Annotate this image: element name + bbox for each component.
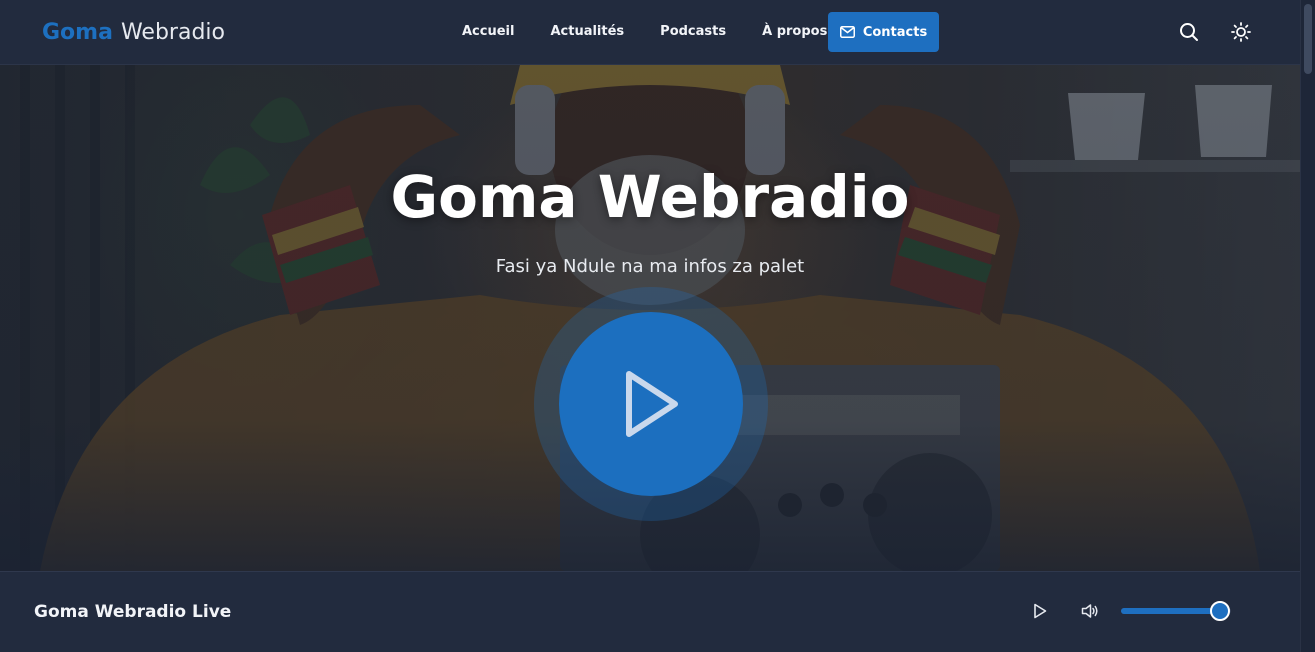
volume-slider-fill (1121, 608, 1220, 614)
brand-logo[interactable]: Goma Webradio (42, 19, 225, 47)
contacts-button[interactable]: Contacts (828, 12, 939, 52)
hero-subtitle: Fasi ya Ndule na ma infos za palet (495, 256, 805, 277)
hero-title: Goma Webradio (390, 163, 910, 231)
page-scrollbar[interactable] (1300, 0, 1315, 652)
volume-icon (1081, 604, 1098, 618)
nav-link-podcasts[interactable]: Podcasts (642, 12, 744, 52)
volume-slider[interactable] (1121, 601, 1231, 621)
live-player-bar: Goma Webradio Live (0, 571, 1300, 652)
search-icon (1180, 23, 1198, 41)
nav-link-actualites[interactable]: Actualités (532, 12, 642, 52)
play-icon (626, 371, 678, 437)
hero-play-button[interactable] (559, 312, 743, 496)
mute-button[interactable] (1079, 600, 1101, 622)
theme-toggle-button[interactable] (1227, 18, 1255, 46)
navbar: Goma Webradio Accueil Actualités Podcasts… (0, 0, 1300, 65)
mail-icon (839, 26, 855, 38)
search-button[interactable] (1175, 18, 1203, 46)
page-scrollbar-thumb[interactable] (1304, 4, 1312, 74)
nav-link-accueil[interactable]: Accueil (444, 12, 532, 52)
player-play-button[interactable] (1029, 600, 1051, 622)
play-icon (1034, 603, 1047, 619)
sun-icon (1231, 22, 1251, 42)
player-title: Goma Webradio Live (34, 602, 232, 622)
hero-section: Goma Webradio Fasi ya Ndule na ma infos … (0, 65, 1300, 571)
brand-name-secondary: Webradio (120, 20, 225, 45)
brand-name-primary: Goma (42, 20, 113, 45)
main-nav: Accueil Actualités Podcasts À propos (444, 12, 845, 52)
contacts-button-label: Contacts (862, 24, 928, 40)
volume-slider-thumb[interactable] (1210, 601, 1230, 621)
